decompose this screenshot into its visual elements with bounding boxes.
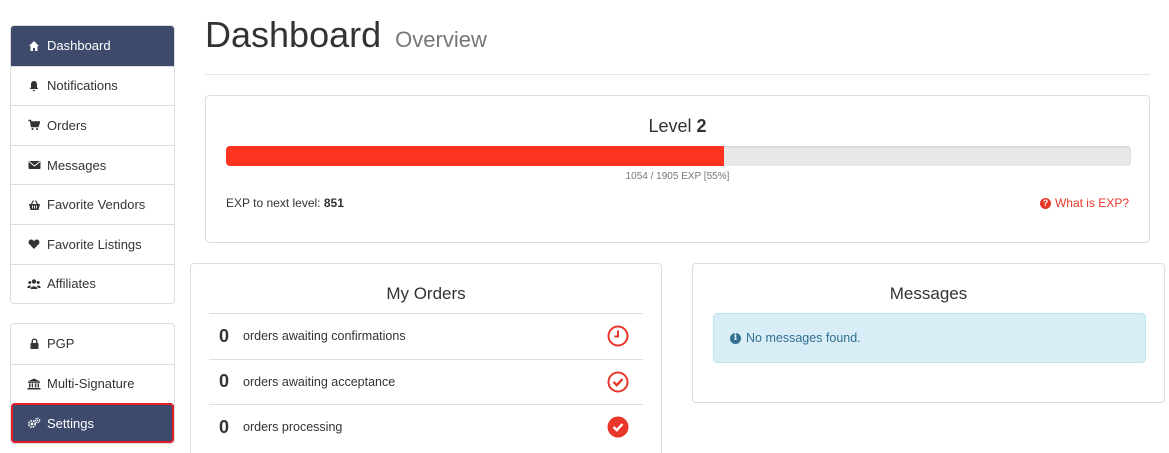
sidebar-item-label: Affiliates: [47, 276, 96, 292]
sidebar-item-dashboard[interactable]: Dashboard: [11, 26, 174, 66]
envelope-icon: [27, 158, 41, 172]
cart-icon: [27, 118, 41, 132]
orders-table: 0 orders awaiting confirmations 0 orders…: [209, 313, 643, 450]
order-count: 0: [219, 371, 230, 392]
order-status-label: orders awaiting confirmations: [243, 329, 406, 344]
check-circle-filled-icon: [607, 416, 629, 438]
sidebar-item-pgp[interactable]: PGP: [11, 324, 174, 364]
no-messages-text: No messages found.: [746, 331, 861, 345]
question-circle-icon: ?: [1039, 197, 1051, 209]
order-status-label: orders processing: [243, 420, 343, 435]
gears-icon: [27, 416, 41, 430]
order-status-label: orders awaiting acceptance: [243, 374, 396, 389]
messages-panel: Messages i No messages found.: [692, 263, 1165, 403]
bank-icon: [27, 377, 41, 391]
exp-next-label: EXP to next level:: [226, 196, 321, 210]
order-count: 0: [219, 416, 230, 437]
level-title-prefix: Level: [648, 116, 692, 136]
table-row[interactable]: 0 orders awaiting acceptance: [209, 358, 643, 405]
sidebar-item-multi-signature[interactable]: Multi-Signature: [11, 363, 174, 404]
home-icon: [27, 39, 41, 53]
my-orders-panel: My Orders 0 orders awaiting confirmation…: [190, 263, 662, 453]
sidebar-item-label: Multi-Signature: [47, 376, 135, 392]
sidebar-item-favorite-vendors[interactable]: Favorite Vendors: [11, 184, 174, 224]
order-count: 0: [219, 325, 230, 346]
table-row[interactable]: 0 orders awaiting confirmations: [209, 313, 643, 359]
sidebar-item-label: Favorite Listings: [47, 236, 142, 252]
exp-progress-text: 1054 / 1905 EXP [55%]: [625, 171, 730, 182]
sidebar-item-label: Messages: [47, 157, 107, 173]
level-panel: Level 2 1054 / 1905 EXP [55%] EXP to nex…: [205, 95, 1150, 243]
level-heading: Level 2: [206, 116, 1149, 137]
my-orders-title: My Orders: [386, 284, 466, 303]
sidebar-item-affiliates[interactable]: Affiliates: [11, 263, 174, 304]
exp-progress-bar: [226, 146, 1131, 166]
users-icon: [27, 277, 41, 291]
sidebar-nav-primary: Dashboard Notifications Orders Messages …: [10, 25, 175, 305]
no-messages-alert: i No messages found.: [713, 313, 1146, 363]
header-divider: [205, 74, 1150, 75]
level-number: 2: [696, 116, 707, 136]
sidebar-item-label: PGP: [47, 336, 75, 352]
exp-to-next-level: EXP to next level: 851: [226, 196, 344, 210]
sidebar-item-notifications[interactable]: Notifications: [11, 65, 174, 106]
sidebar-item-label: Dashboard: [47, 38, 111, 54]
sidebar-item-label: Orders: [47, 117, 87, 133]
info-circle-icon: i: [730, 332, 741, 344]
lock-icon: [27, 337, 41, 351]
sidebar-nav-secondary: PGP Multi-Signature Settings: [10, 323, 175, 444]
exp-progress-fill: [226, 146, 724, 166]
bell-icon: [27, 79, 41, 93]
page-title-text: Dashboard: [205, 14, 382, 55]
page-title: Dashboard Overview: [205, 14, 487, 56]
sidebar-item-favorite-listings[interactable]: Favorite Listings: [11, 223, 174, 264]
basket-icon: [27, 198, 41, 212]
exp-next-value: 851: [323, 196, 344, 210]
sidebar-item-label: Notifications: [47, 78, 118, 94]
table-row[interactable]: 0 orders processing: [209, 404, 643, 450]
clock-icon: [607, 325, 629, 347]
check-circle-outline-icon: [607, 371, 629, 393]
sidebar-item-label: Favorite Vendors: [47, 197, 146, 213]
heart-icon: [27, 237, 41, 251]
sidebar-item-label: Settings: [47, 415, 94, 431]
sidebar-item-settings[interactable]: Settings: [11, 403, 174, 443]
sidebar-item-orders[interactable]: Orders: [11, 105, 174, 145]
messages-title: Messages: [889, 284, 968, 303]
sidebar-item-messages[interactable]: Messages: [11, 144, 174, 185]
page-subtitle: Overview: [395, 27, 487, 52]
what-is-exp-label: What is EXP?: [1054, 196, 1129, 210]
what-is-exp-link[interactable]: ? What is EXP?: [1039, 196, 1129, 210]
